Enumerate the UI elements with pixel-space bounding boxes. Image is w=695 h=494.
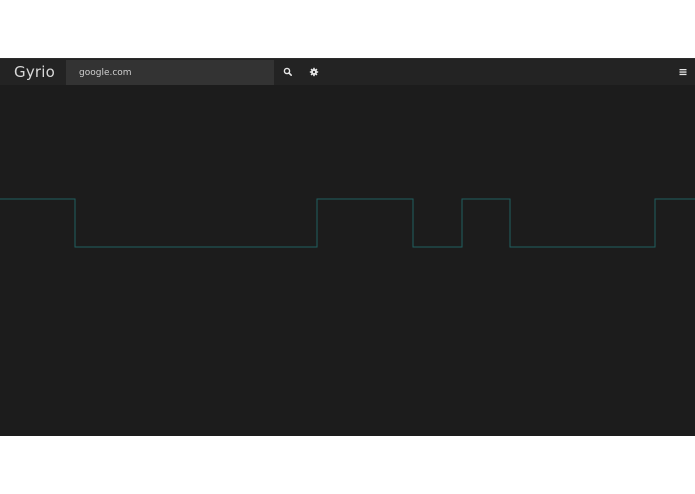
app-window: Gyrio (0, 58, 695, 436)
hamburger-menu-icon[interactable] (677, 66, 689, 78)
top-navbar: Gyrio (0, 58, 695, 85)
url-search-input[interactable] (66, 60, 274, 85)
signal-plot (0, 198, 695, 248)
gear-icon[interactable] (308, 66, 320, 78)
search-icon[interactable] (282, 66, 294, 78)
signal-line (0, 198, 695, 248)
brand-logo[interactable]: Gyrio (14, 63, 55, 81)
